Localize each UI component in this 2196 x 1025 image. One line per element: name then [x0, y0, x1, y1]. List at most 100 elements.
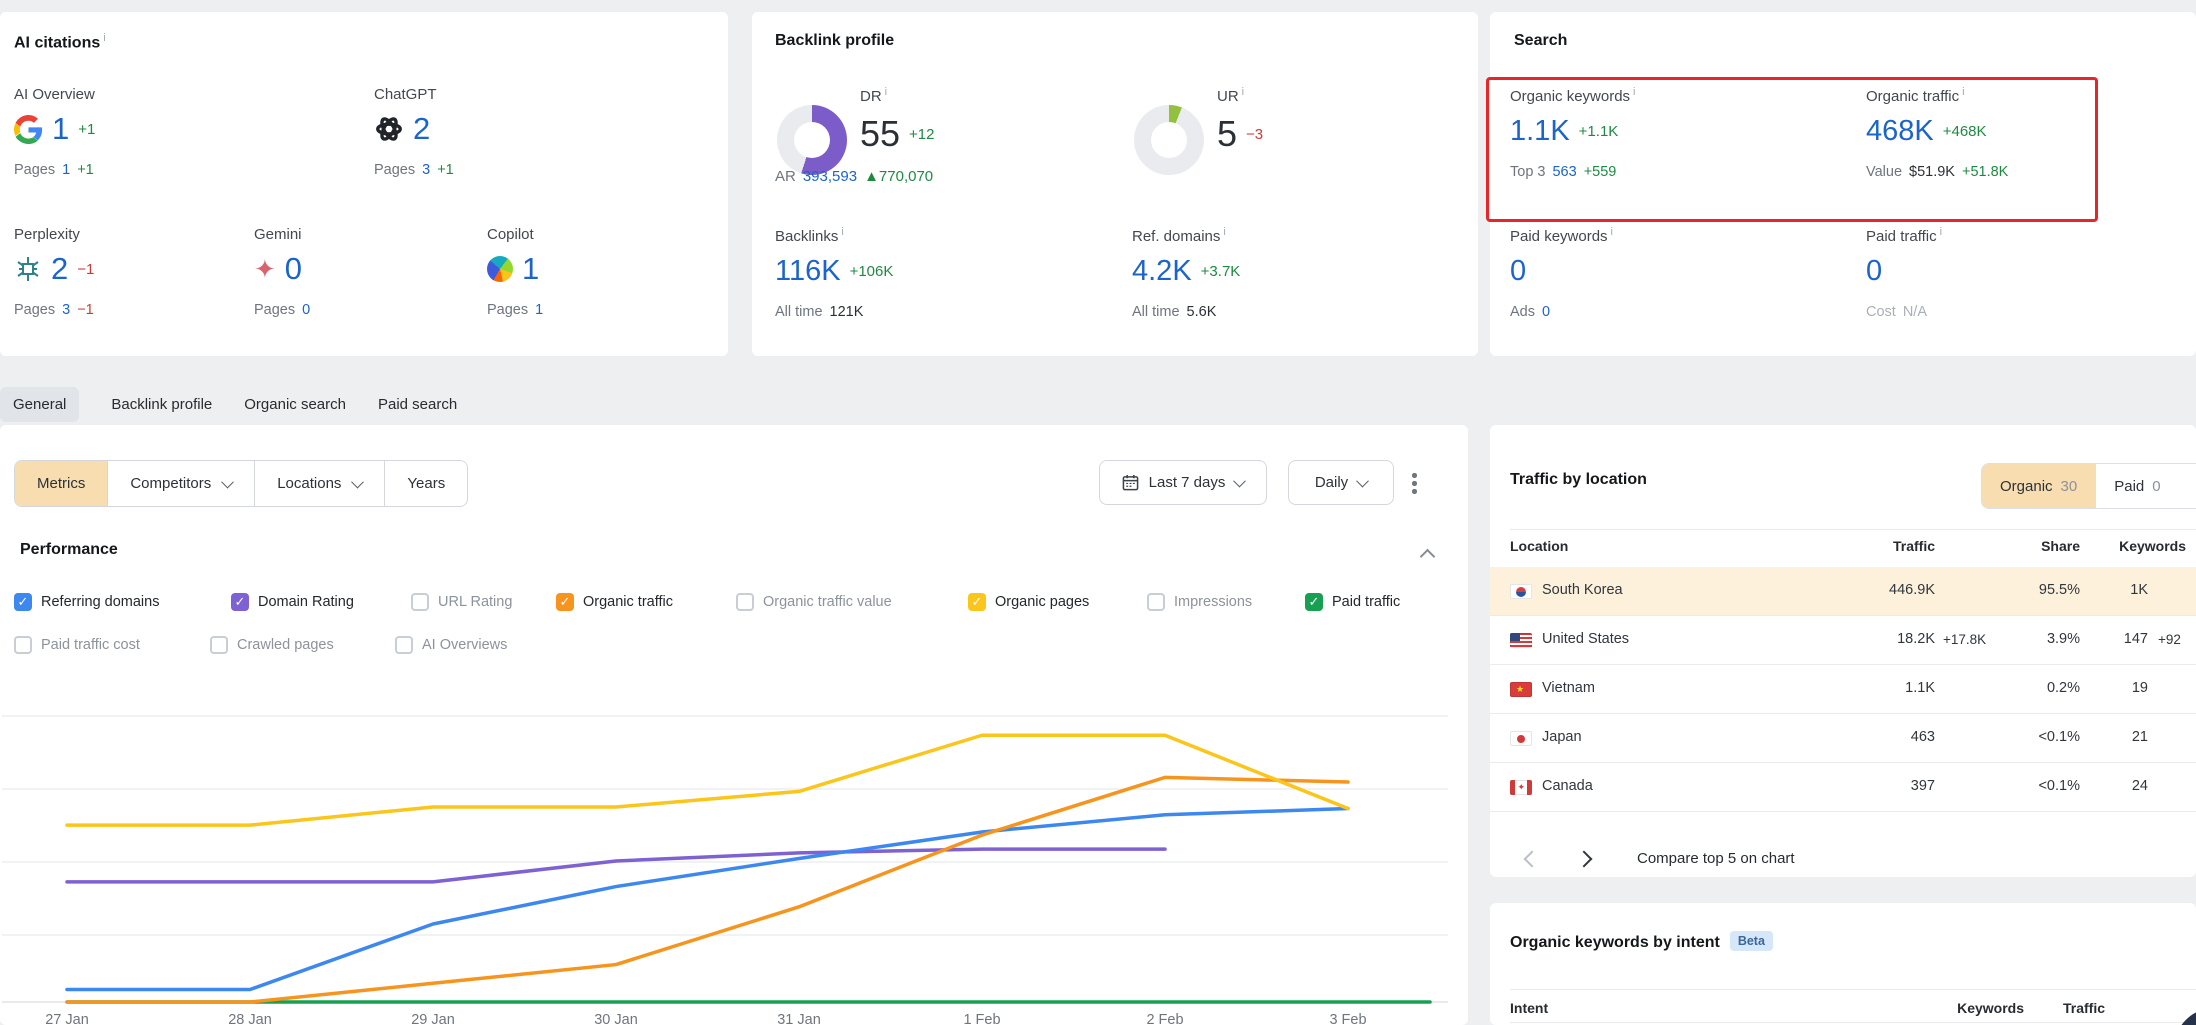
column-header-share[interactable]: Share	[1990, 538, 2080, 554]
checkbox-referring-domains[interactable]: Referring domains	[14, 593, 159, 611]
metric-gemini: Gemini ✦ 0 Pages0	[254, 226, 310, 318]
checkbox-organic-pages[interactable]: Organic pages	[968, 593, 1089, 611]
next-page-button[interactable]	[1576, 851, 1593, 868]
traffic-value: 397	[1820, 778, 1935, 794]
metric-copilot: Copilot 1 Pages1	[487, 226, 543, 318]
location-row-japan[interactable]: Japan 463 <0.1% 21	[1490, 714, 2196, 763]
ref-domains-value[interactable]: 4.2K	[1132, 255, 1192, 288]
location-row-canada[interactable]: Canada 397 <0.1% 24	[1490, 763, 2196, 812]
collapse-section-button[interactable]	[1420, 549, 1436, 565]
years-filter-button[interactable]: Years	[385, 461, 467, 506]
pages-value[interactable]: 1	[535, 302, 543, 318]
ai-overview-value[interactable]: 1	[52, 111, 69, 147]
column-header-intent[interactable]: Intent	[1510, 1000, 1548, 1016]
info-icon[interactable]: i	[1633, 86, 1635, 98]
locations-filter-button[interactable]: Locations	[255, 461, 385, 506]
gemini-value[interactable]: 0	[285, 251, 302, 287]
keywords-link[interactable]: 1K	[2090, 582, 2148, 598]
perplexity-value[interactable]: 2	[51, 251, 68, 287]
checkbox-domain-rating[interactable]: Domain Rating	[231, 593, 354, 611]
copilot-icon	[487, 256, 513, 282]
perplexity-label: Perplexity	[14, 226, 94, 243]
column-header-keywords[interactable]: Keywords	[1924, 1000, 2024, 1016]
info-icon[interactable]: i	[1611, 226, 1613, 238]
more-options-button[interactable]	[1408, 469, 1421, 498]
traffic-value: 1.1K	[1820, 680, 1935, 696]
date-range-button[interactable]: Last 7 days	[1099, 460, 1267, 505]
toggle-organic-count: 30	[2061, 478, 2078, 495]
organic-keywords-value[interactable]: 1.1K	[1510, 115, 1570, 148]
tab-organic-search[interactable]: Organic search	[244, 396, 346, 413]
metric-organic-traffic: Organic traffici 468K +468K Value$51.9K+…	[1866, 86, 2008, 180]
organic-traffic-value[interactable]: 468K	[1866, 115, 1934, 148]
checkbox-paid-traffic-cost[interactable]: Paid traffic cost	[14, 636, 140, 654]
prev-page-button[interactable]	[1524, 851, 1541, 868]
keywords-link[interactable]: 21	[2090, 729, 2148, 745]
location-row-vietnam[interactable]: Vietnam 1.1K 0.2% 19	[1490, 665, 2196, 714]
info-icon[interactable]: i	[1962, 86, 1964, 98]
competitors-filter-button[interactable]: Competitors	[108, 461, 255, 506]
metrics-filter-button[interactable]: Metrics	[15, 461, 108, 506]
column-header-traffic[interactable]: Traffic	[2025, 1000, 2105, 1016]
granularity-button[interactable]: Daily	[1288, 460, 1394, 505]
alltime-value: 121K	[830, 304, 864, 320]
metric-dr: DRi 55 +12	[860, 86, 935, 170]
checkbox-ai-overviews[interactable]: AI Overviews	[395, 636, 507, 654]
top3-value[interactable]: 563	[1552, 164, 1576, 180]
tab-general[interactable]: General	[0, 387, 79, 422]
location-row-south-korea[interactable]: South Korea 446.9K 95.5% 1K	[1490, 567, 2196, 616]
column-header-traffic[interactable]: Traffic	[1820, 538, 1935, 554]
checkbox-organic-traffic[interactable]: Organic traffic	[556, 593, 673, 611]
ref-domains-label-text: Ref. domains	[1132, 228, 1220, 245]
performance-title-text: Performance	[20, 541, 118, 558]
keywords-link[interactable]: 24	[2090, 778, 2148, 794]
pages-label: Pages	[374, 162, 415, 178]
ur-value: 5	[1217, 113, 1237, 155]
pages-value[interactable]: 1	[62, 162, 70, 178]
checkbox-paid-traffic[interactable]: Paid traffic	[1305, 593, 1400, 611]
checkbox-organic-traffic-value[interactable]: Organic traffic value	[736, 593, 892, 611]
compare-top5-link[interactable]: Compare top 5 on chart	[1637, 850, 1795, 867]
location-row-united-states[interactable]: United States 18.2K +17.8K 3.9% 147 +92	[1490, 616, 2196, 665]
pages-value[interactable]: 3	[62, 302, 70, 318]
performance-title: Performance	[20, 541, 118, 559]
column-header-keywords[interactable]: Keywords	[2086, 538, 2186, 554]
value-amount: $51.9K	[1909, 164, 1955, 180]
x-axis-label: 1 Feb	[947, 1012, 1017, 1025]
toggle-organic[interactable]: Organic 30	[1982, 464, 2095, 508]
column-header-location[interactable]: Location	[1510, 538, 1568, 554]
ads-value[interactable]: 0	[1542, 304, 1550, 320]
paid-keywords-value[interactable]: 0	[1510, 255, 1526, 288]
ar-value[interactable]: 393,593	[803, 168, 857, 185]
info-icon[interactable]: i	[1223, 226, 1225, 238]
toggle-organic-label: Organic	[2000, 478, 2053, 495]
keywords-link[interactable]: 19	[2090, 680, 2148, 696]
keywords-link[interactable]: 147	[2090, 631, 2148, 647]
ai-citations-card: AI citationsi AI Overview 1 +1 Pages1+1 …	[0, 12, 728, 356]
tab-backlink-profile[interactable]: Backlink profile	[111, 396, 212, 413]
country-name: United States	[1542, 631, 1629, 647]
pages-value[interactable]: 3	[422, 162, 430, 178]
info-icon[interactable]: i	[1940, 226, 1942, 238]
backlinks-value[interactable]: 116K	[775, 255, 841, 288]
checkbox-crawled-pages[interactable]: Crawled pages	[210, 636, 334, 654]
info-icon[interactable]: i	[1242, 86, 1244, 98]
checkbox-impressions[interactable]: Impressions	[1147, 593, 1252, 611]
tab-paid-search[interactable]: Paid search	[378, 396, 457, 413]
copilot-value[interactable]: 1	[522, 251, 539, 287]
chevron-down-icon	[1233, 475, 1246, 488]
chatgpt-value[interactable]: 2	[413, 111, 430, 147]
pages-value[interactable]: 0	[302, 302, 310, 318]
info-icon[interactable]: i	[885, 86, 887, 98]
backlinks-label-text: Backlinks	[775, 228, 838, 245]
performance-line-chart	[0, 680, 1468, 1025]
ar-line: AR 393,593 ▲770,070	[775, 168, 933, 185]
toggle-paid[interactable]: Paid0	[2095, 464, 2178, 508]
paid-traffic-value[interactable]: 0	[1866, 255, 1882, 288]
dr-label: DRi	[860, 86, 935, 105]
checkbox-url-rating[interactable]: URL Rating	[411, 593, 512, 611]
info-icon[interactable]: i	[841, 226, 843, 238]
pages-delta: −1	[77, 302, 94, 318]
performance-card: Metrics Competitors Locations Years Last…	[0, 425, 1468, 1025]
info-icon[interactable]: i	[103, 32, 105, 44]
